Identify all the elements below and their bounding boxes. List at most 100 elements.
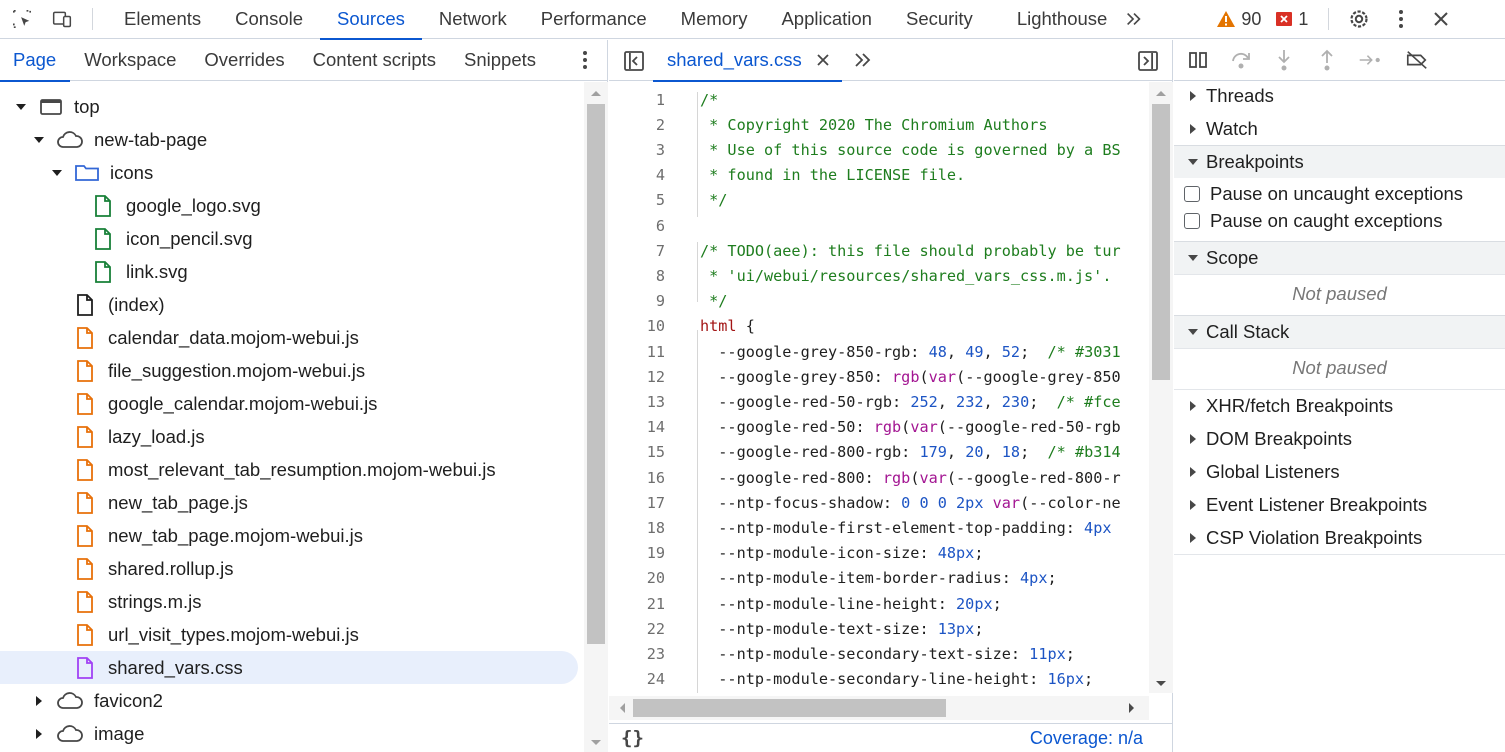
more-tabs-chevron-icon[interactable] — [1124, 9, 1144, 29]
tree-item[interactable]: google_calendar.mojom-webui.js — [0, 387, 578, 420]
tab-lighthouse[interactable]: Lighthouse — [1000, 0, 1125, 39]
scroll-down-arrow-icon[interactable] — [1149, 677, 1173, 691]
code-area[interactable]: 1 /* 2 * Copyright 2020 The Chromium Autho… — [609, 82, 1149, 693]
line-number[interactable]: 7 — [609, 242, 665, 260]
debugger-section[interactable]: CSP Violation Breakpoints — [1174, 521, 1505, 554]
tab-sources[interactable]: Sources — [320, 0, 422, 40]
editor-file-tab[interactable]: shared_vars.css — [653, 40, 842, 82]
code-line[interactable]: 12 --google-grey-850: rgb(var(--google-g… — [609, 364, 1149, 389]
tree-item[interactable]: icon_pencil.svg — [0, 222, 578, 255]
tab-overrides[interactable]: Overrides — [190, 40, 298, 81]
expand-arrow-down-icon[interactable] — [14, 100, 28, 114]
expand-arrow-right-icon[interactable] — [32, 727, 46, 741]
tab-application[interactable]: Application — [764, 0, 889, 39]
code-line[interactable]: 22 --ntp-module-text-size: 13px; — [609, 616, 1149, 641]
tree-item[interactable]: url_visit_types.mojom-webui.js — [0, 618, 578, 651]
code-line[interactable]: 3 * Use of this source code is governed … — [609, 137, 1149, 162]
tree-item[interactable]: favicon2 — [0, 684, 578, 717]
code-line[interactable]: 15 --google-red-800-rgb: 179, 20, 18; /*… — [609, 440, 1149, 465]
tree-item[interactable]: shared.rollup.js — [0, 552, 578, 585]
scrollbar-thumb[interactable] — [1152, 104, 1170, 380]
debugger-section[interactable]: Event Listener Breakpoints — [1174, 488, 1505, 521]
pause-resume-icon[interactable] — [1186, 48, 1210, 72]
step-out-icon[interactable] — [1315, 48, 1339, 72]
toggle-navigator-icon[interactable] — [623, 50, 645, 77]
toggle-debugger-icon[interactable] — [1137, 50, 1159, 77]
deactivate-breakpoints-icon[interactable] — [1405, 48, 1429, 72]
code-line[interactable]: 11 --google-grey-850-rgb: 48, 49, 52; /*… — [609, 339, 1149, 364]
scroll-down-arrow-icon[interactable] — [584, 736, 608, 750]
line-number[interactable]: 2 — [609, 116, 665, 134]
tab-workspace[interactable]: Workspace — [70, 40, 190, 81]
line-number[interactable]: 8 — [609, 267, 665, 285]
code-line[interactable]: 10 html { — [609, 314, 1149, 339]
line-number[interactable]: 1 — [609, 91, 665, 109]
expand-arrow-down-icon[interactable] — [32, 133, 46, 147]
code-line[interactable]: 19 --ntp-module-icon-size: 48px; — [609, 541, 1149, 566]
line-number[interactable]: 11 — [609, 343, 665, 361]
code-line[interactable]: 2 * Copyright 2020 The Chromium Authors — [609, 112, 1149, 137]
tree-item[interactable]: link.svg — [0, 255, 578, 288]
pretty-print-button[interactable]: {} — [621, 727, 644, 749]
tree-item[interactable]: (index) — [0, 288, 578, 321]
line-number[interactable]: 14 — [609, 418, 665, 436]
step-over-icon[interactable] — [1229, 48, 1253, 72]
scroll-up-arrow-icon[interactable] — [1149, 86, 1173, 100]
code-line[interactable]: 14 --google-red-50: rgb(var(--google-red… — [609, 415, 1149, 440]
line-number[interactable]: 6 — [609, 217, 665, 235]
line-number[interactable]: 16 — [609, 469, 665, 487]
line-number[interactable]: 4 — [609, 166, 665, 184]
tree-item[interactable]: new-tab-page — [0, 123, 578, 156]
code-line[interactable]: 5 */ — [609, 188, 1149, 213]
code-line[interactable]: 8 * 'ui/webui/resources/shared_vars_css.… — [609, 263, 1149, 288]
tab-page[interactable]: Page — [0, 40, 71, 82]
code-line[interactable]: 18 --ntp-module-first-element-top-paddin… — [609, 515, 1149, 540]
scroll-right-arrow-icon[interactable] — [1125, 696, 1139, 720]
tab-performance[interactable]: Performance — [524, 0, 664, 39]
tree-item[interactable]: shared_vars.css — [0, 651, 578, 684]
tab-console[interactable]: Console — [218, 0, 320, 39]
line-number[interactable]: 19 — [609, 544, 665, 562]
line-number[interactable]: 20 — [609, 569, 665, 587]
tab-network[interactable]: Network — [422, 0, 524, 39]
line-number[interactable]: 3 — [609, 141, 665, 159]
line-number[interactable]: 10 — [609, 317, 665, 335]
code-line[interactable]: 9 */ — [609, 289, 1149, 314]
code-line[interactable]: 6 — [609, 213, 1149, 238]
issues-counter[interactable]: 90 1 — [1216, 9, 1308, 30]
tab-security[interactable]: Security — [889, 0, 990, 39]
navigator-scrollbar[interactable] — [584, 82, 608, 752]
coverage-status[interactable]: Coverage: n/a — [1030, 728, 1143, 749]
line-number[interactable]: 21 — [609, 595, 665, 613]
tree-item[interactable]: new_tab_page.mojom-webui.js — [0, 519, 578, 552]
breakpoints-section[interactable]: Breakpoints — [1174, 145, 1505, 178]
code-line[interactable]: 20 --ntp-module-item-border-radius: 4px; — [609, 566, 1149, 591]
step-into-icon[interactable] — [1272, 48, 1296, 72]
line-number[interactable]: 18 — [609, 519, 665, 537]
tab-memory[interactable]: Memory — [664, 0, 765, 39]
tree-item[interactable]: icons — [0, 156, 578, 189]
expand-arrow-down-icon[interactable] — [50, 166, 64, 180]
close-tab-icon[interactable] — [816, 53, 830, 67]
code-line[interactable]: 7 /* TODO(aee): this file should probably… — [609, 238, 1149, 263]
scrollbar-thumb[interactable] — [633, 699, 946, 717]
line-number[interactable]: 17 — [609, 494, 665, 512]
code-line[interactable]: 16 --google-red-800: rgb(var(--google-re… — [609, 465, 1149, 490]
editor-horizontal-scrollbar[interactable] — [609, 696, 1149, 720]
scope-section[interactable]: Scope — [1174, 241, 1505, 274]
tree-item[interactable]: most_relevant_tab_resumption.mojom-webui… — [0, 453, 578, 486]
close-devtools-icon[interactable] — [1431, 9, 1451, 29]
scroll-left-arrow-icon[interactable] — [615, 696, 629, 720]
line-number[interactable]: 23 — [609, 645, 665, 663]
code-line[interactable]: 21 --ntp-module-line-height: 20px; — [609, 591, 1149, 616]
editor-vertical-scrollbar[interactable] — [1149, 82, 1173, 693]
debugger-section[interactable]: XHR/fetch Breakpoints — [1174, 389, 1505, 422]
debugger-section[interactable]: Global Listeners — [1174, 455, 1505, 488]
code-line[interactable]: 1 /* — [609, 87, 1149, 112]
scrollbar-thumb[interactable] — [587, 104, 605, 644]
settings-gear-icon[interactable] — [1347, 7, 1371, 31]
pause-caught-row[interactable]: Pause on caught exceptions — [1174, 207, 1505, 235]
code-line[interactable]: 24 --ntp-module-secondary-line-height: 1… — [609, 667, 1149, 692]
tree-item[interactable]: strings.m.js — [0, 585, 578, 618]
pause-uncaught-row[interactable]: Pause on uncaught exceptions — [1174, 180, 1505, 208]
